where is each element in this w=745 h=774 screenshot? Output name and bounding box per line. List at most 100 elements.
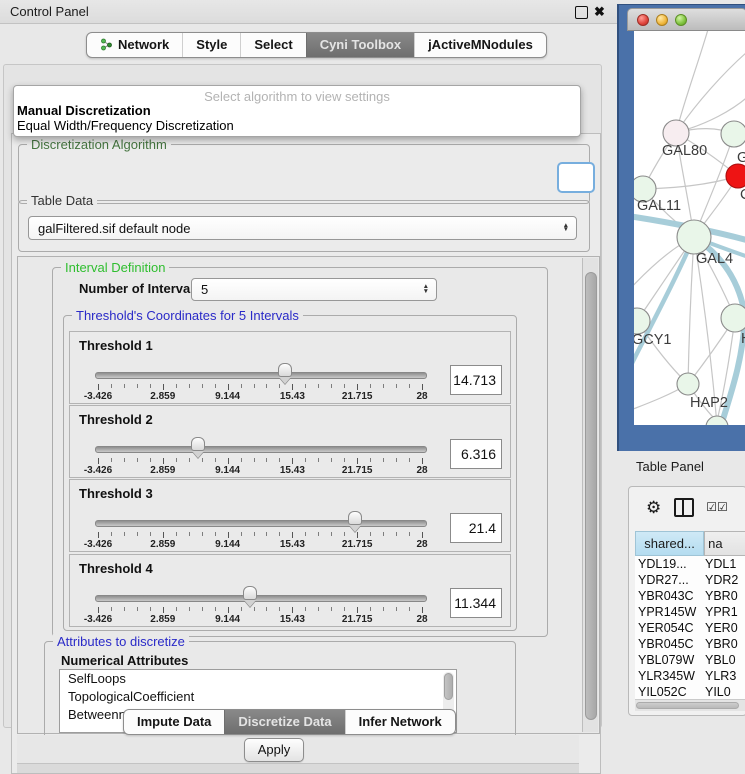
attribute-list-item[interactable]: SelfLoops xyxy=(60,670,456,688)
slider-ticks xyxy=(98,607,422,613)
tick-label: 9.144 xyxy=(215,539,240,550)
cell-name[interactable]: YIL0 xyxy=(705,685,745,699)
tick-label: -3.426 xyxy=(84,391,112,402)
network-node-label: H xyxy=(741,331,745,347)
attribute-list-item[interactable]: TopologicalCoefficient xyxy=(60,688,456,706)
network-node[interactable] xyxy=(721,304,745,332)
split-columns-icon[interactable] xyxy=(674,498,694,517)
apply-button[interactable]: Apply xyxy=(244,738,304,762)
column-header-shared-name[interactable]: shared... xyxy=(635,531,704,556)
cell-name[interactable]: YER0 xyxy=(705,621,745,635)
cell-shared-name[interactable]: YDL19... xyxy=(635,557,705,571)
column-header-name[interactable]: na xyxy=(704,531,745,556)
tab-jactivemnodules[interactable]: jActiveMNodules xyxy=(414,33,546,57)
network-node[interactable] xyxy=(677,373,699,395)
table-row[interactable]: YBL079WYBL0 xyxy=(635,652,745,668)
numerical-attributes-heading: Numerical Attributes xyxy=(61,653,188,668)
table-data-group: Table Data galFiltered.sif default node … xyxy=(18,200,590,252)
table-row[interactable]: YPR145WYPR1 xyxy=(635,604,745,620)
minimize-traffic-light[interactable] xyxy=(656,14,668,26)
network-icon xyxy=(100,38,113,51)
table-panel-title: Table Panel xyxy=(636,459,704,474)
threshold-1-slider-track[interactable] xyxy=(95,372,427,379)
table-row[interactable]: YER054CYER0 xyxy=(635,620,745,636)
cell-shared-name[interactable]: YBL079W xyxy=(635,653,705,667)
cell-shared-name[interactable]: YIL052C xyxy=(635,685,705,699)
cell-shared-name[interactable]: YLR345W xyxy=(635,669,705,683)
tab-infer-network[interactable]: Infer Network xyxy=(345,710,455,734)
control-panel: Control Panel ✖ Network Style Select Cy xyxy=(0,0,620,745)
threshold-4-value-field[interactable]: 11.344 xyxy=(450,588,502,618)
threshold-2-slider-track[interactable] xyxy=(95,446,427,453)
algorithm-combo[interactable] xyxy=(557,162,595,193)
attributes-group-title: Attributes to discretize xyxy=(53,634,189,649)
threshold-3-slider-track[interactable] xyxy=(95,520,427,527)
algorithm-option-manual[interactable]: Manual Discretization xyxy=(17,103,151,118)
num-intervals-combo[interactable]: 5 ▲▼ xyxy=(191,278,437,301)
threshold-2-slider-thumb[interactable] xyxy=(191,437,205,457)
tab-discretize-data[interactable]: Discretize Data xyxy=(224,710,344,734)
threshold-4-slider-track[interactable] xyxy=(95,595,427,602)
network-node[interactable] xyxy=(721,121,745,147)
tab-select[interactable]: Select xyxy=(240,33,305,57)
column-checkboxes-icon[interactable]: ☑☑ xyxy=(706,500,728,514)
float-window-icon[interactable] xyxy=(575,6,588,19)
main-vertical-scrollbar[interactable] xyxy=(582,258,598,732)
table-row[interactable]: YDR27...YDR2 xyxy=(635,572,745,588)
network-node[interactable] xyxy=(677,220,711,254)
control-panel-titlebar: Control Panel xyxy=(0,0,620,24)
tick-label: 2.859 xyxy=(150,465,175,476)
threshold-1-value-field[interactable]: 14.713 xyxy=(450,365,502,395)
table-row[interactable]: YIL052CYIL0 xyxy=(635,684,745,700)
cell-shared-name[interactable]: YPR145W xyxy=(635,605,705,619)
cell-name[interactable]: YLR3 xyxy=(705,669,745,683)
threshold-3-value-field[interactable]: 21.4 xyxy=(450,513,502,543)
algorithm-group-title: Discretization Algorithm xyxy=(27,137,171,152)
slider-ticks xyxy=(98,384,422,390)
table-row[interactable]: YBR045CYBR0 xyxy=(635,636,745,652)
zoom-traffic-light[interactable] xyxy=(675,14,687,26)
cell-shared-name[interactable]: YBR043C xyxy=(635,589,705,603)
tick-label: 15.43 xyxy=(280,614,305,625)
threshold-1-slider-thumb[interactable] xyxy=(278,363,292,383)
table-row[interactable]: YLR345WYLR3 xyxy=(635,668,745,684)
threshold-4-slider-thumb[interactable] xyxy=(243,586,257,606)
cell-name[interactable]: YDR2 xyxy=(705,573,745,587)
cell-name[interactable]: YDL1 xyxy=(705,557,745,571)
table-horizontal-scrollbar[interactable] xyxy=(635,699,745,711)
bottom-tab-bar: Impute Data Discretize Data Infer Networ… xyxy=(123,709,456,735)
table-body[interactable]: YDL19...YDL1YDR27...YDR2YBR043CYBR0YPR14… xyxy=(635,556,745,701)
tick-label: 2.859 xyxy=(150,539,175,550)
network-window-titlebar[interactable] xyxy=(627,8,745,31)
cell-shared-name[interactable]: YER054C xyxy=(635,621,705,635)
tick-label: 28 xyxy=(416,391,427,402)
tab-cyni-toolbox[interactable]: Cyni Toolbox xyxy=(306,33,414,57)
table-row[interactable]: YBR043CYBR0 xyxy=(635,588,745,604)
tab-impute-data[interactable]: Impute Data xyxy=(124,710,224,734)
algorithm-option-equal-width[interactable]: Equal Width/Frequency Discretization xyxy=(17,118,234,133)
algorithm-placeholder-option[interactable]: Select algorithm to view settings xyxy=(14,89,580,104)
cell-shared-name[interactable]: YBR045C xyxy=(635,637,705,651)
cell-name[interactable]: YPR1 xyxy=(705,605,745,619)
close-icon[interactable]: ✖ xyxy=(594,4,605,20)
cell-name[interactable]: YBR0 xyxy=(705,637,745,651)
threshold-4-box: Threshold 4 -3.4262.8599.14415.4321.7152… xyxy=(69,554,511,627)
network-canvas[interactable]: GAL80GCGAL11GAL4GCY1HHAP2 xyxy=(634,31,745,425)
threshold-2-value-field[interactable]: 6.316 xyxy=(450,439,502,469)
threshold-3-slider-thumb[interactable] xyxy=(348,511,362,531)
network-node-label: G xyxy=(737,150,745,166)
threshold-2-label: Threshold 2 xyxy=(79,412,153,427)
tick-label: 15.43 xyxy=(280,539,305,550)
tab-style[interactable]: Style xyxy=(182,33,240,57)
cyni-inner-panel: Discretization Algorithm Table Data galF… xyxy=(11,133,601,774)
tick-label: 9.144 xyxy=(215,391,240,402)
tab-network[interactable]: Network xyxy=(87,33,182,57)
cell-name[interactable]: YBR0 xyxy=(705,589,745,603)
cell-name[interactable]: YBL0 xyxy=(705,653,745,667)
gear-icon[interactable]: ⚙ xyxy=(646,499,661,516)
cell-shared-name[interactable]: YDR27... xyxy=(635,573,705,587)
network-node[interactable] xyxy=(726,164,745,188)
table-data-combo[interactable]: galFiltered.sif default node ▲▼ xyxy=(28,216,577,240)
close-traffic-light[interactable] xyxy=(637,14,649,26)
table-row[interactable]: YDL19...YDL1 xyxy=(635,556,745,572)
